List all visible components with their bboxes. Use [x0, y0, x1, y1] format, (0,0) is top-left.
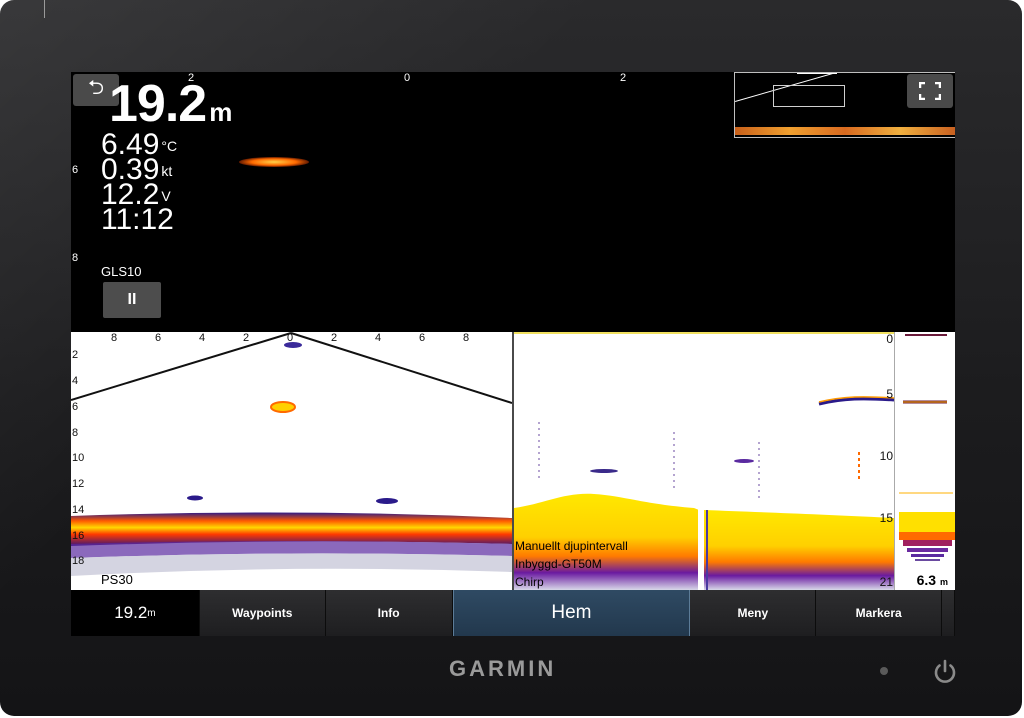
depth-tick: 14 — [72, 504, 85, 516]
sonar-target — [239, 157, 309, 167]
power-icon[interactable] — [931, 658, 959, 686]
depth-tick: 6 — [72, 401, 79, 413]
livescope-panel[interactable]: 2 0 2 6 8 ⮌ 19.2 m 6.49 °C 0.39 kt 12.2 … — [71, 72, 955, 330]
home-button[interactable]: Hem — [452, 590, 691, 636]
range-tick: 6 — [419, 332, 426, 344]
range-tick: 4 — [375, 332, 382, 344]
waypoints-button[interactable]: Waypoints — [199, 590, 326, 636]
depth-tick: 6 — [72, 164, 79, 176]
range-tick: 0 — [404, 72, 411, 84]
menu-button[interactable]: Meny — [690, 590, 817, 636]
range-tick: 6 — [155, 332, 162, 344]
depth-tick: 8 — [72, 252, 79, 264]
flasher-depth-unit: m — [939, 577, 948, 587]
depth-tick: 16 — [72, 530, 85, 542]
water-temp-unit: °C — [161, 138, 178, 155]
depth-tick: 5 — [886, 387, 893, 401]
depth-value: 19.2 — [109, 75, 207, 133]
bar-depth-value: 19.2 — [114, 603, 148, 622]
range-tick: 2 — [243, 332, 250, 344]
time-value: 11:12 — [101, 203, 174, 236]
panoptix-sonar-image — [71, 332, 512, 576]
range-tick: 4 — [199, 332, 206, 344]
depth-tick: 12 — [72, 478, 85, 490]
depth-tick: 4 — [72, 375, 79, 387]
depth-databox[interactable]: 19.2 m — [71, 590, 200, 636]
chirp-sonar-panel[interactable]: 0 5 10 15 21 Manuellt djupintervall Inby… — [514, 332, 955, 590]
bar-end-cap — [942, 590, 955, 636]
panoptix-label: PS30 — [101, 572, 133, 587]
depth-tick: 8 — [72, 427, 79, 439]
minimap-beam-line — [797, 73, 837, 74]
depth-tick: 2 — [72, 349, 79, 361]
mark-button[interactable]: Markera — [816, 590, 943, 636]
time-readout: 11:12 — [101, 205, 174, 235]
pause-button[interactable]: II — [103, 282, 161, 318]
brand-logo: GARMIN — [449, 656, 557, 681]
depth-tick: 21 — [879, 575, 893, 589]
transducer-label: Inbyggd-GT50M — [515, 557, 602, 571]
pause-icon: II — [127, 291, 137, 308]
status-led — [880, 667, 888, 675]
frequency-mode-label: Chirp — [515, 575, 544, 589]
depth-tick: 18 — [72, 555, 85, 567]
bezel-mark — [44, 0, 45, 18]
range-mode-label: Manuellt djupintervall — [515, 539, 628, 553]
voltage-unit: V — [161, 188, 171, 205]
info-button[interactable]: Info — [325, 590, 453, 636]
flasher-depth-readout: 6.3 m — [917, 572, 948, 588]
depth-unit: m — [209, 97, 232, 127]
depth-tick: 10 — [72, 452, 85, 464]
range-tick: 8 — [111, 332, 118, 344]
depth-tick: 15 — [879, 511, 893, 525]
range-tick: 2 — [620, 72, 627, 84]
display-screen: 2 0 2 6 8 ⮌ 19.2 m 6.49 °C 0.39 kt 12.2 … — [71, 72, 955, 636]
depth-tick: 0 — [886, 332, 893, 346]
fullscreen-icon — [919, 82, 941, 100]
range-tick: 2 — [331, 332, 338, 344]
fullscreen-button[interactable] — [907, 74, 953, 108]
depth-tick: 10 — [879, 449, 893, 463]
back-arrow-icon: ⮌ — [87, 77, 105, 99]
flasher-graphic — [899, 334, 955, 561]
minimap-bottom-return — [735, 127, 955, 135]
bar-depth-unit: m — [147, 607, 156, 619]
range-tick: 8 — [463, 332, 470, 344]
flasher-column: 6.3 m — [894, 332, 955, 590]
speed-unit: kt — [161, 163, 173, 180]
minimap-viewport-box — [773, 85, 845, 107]
range-tick: 0 — [287, 332, 294, 344]
flasher-depth-value: 6.3 — [916, 572, 937, 588]
bottom-menu-bar: 19.2 m Waypoints Info Hem Meny Markera — [71, 590, 955, 636]
chartplotter-device: 2 0 2 6 8 ⮌ 19.2 m 6.49 °C 0.39 kt 12.2 … — [0, 0, 1022, 716]
source-label: GLS10 — [101, 264, 142, 279]
panoptix-panel[interactable]: 8 6 4 2 0 2 4 6 8 2 4 6 8 10 12 14 16 18 — [71, 332, 512, 590]
